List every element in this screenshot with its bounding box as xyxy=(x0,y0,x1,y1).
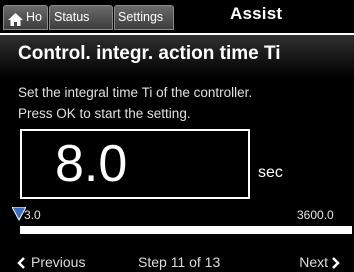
chevron-right-icon xyxy=(332,256,340,269)
step-indicator: Step 11 of 13 xyxy=(138,254,221,270)
tab-status-label: Status xyxy=(54,10,90,24)
assist-tab[interactable]: Assist xyxy=(230,4,282,24)
next-label: Next xyxy=(299,254,328,270)
current-value: 8.0 xyxy=(55,135,128,193)
footer-nav: Previous Step 11 of 13 Next xyxy=(0,250,354,272)
slider-max-label: 3600.0 xyxy=(297,208,334,222)
slider-min-label: 3.0 xyxy=(24,208,41,222)
chevron-left-icon xyxy=(17,256,25,269)
value-unit: sec xyxy=(258,164,283,181)
value-display[interactable]: 8.0 xyxy=(20,129,250,199)
tab-home[interactable]: Ho xyxy=(3,5,48,30)
next-button[interactable]: Next xyxy=(299,254,340,270)
description-line-1: Set the integral time Ti of the controll… xyxy=(18,85,253,100)
previous-label: Previous xyxy=(31,254,86,270)
home-icon xyxy=(8,11,23,26)
top-bar: Ho Status Settings Assist xyxy=(0,0,354,33)
page-header: Control. integr. action time Ti xyxy=(0,35,354,78)
previous-button[interactable]: Previous xyxy=(17,254,85,270)
slider-track[interactable] xyxy=(20,226,352,234)
tab-settings[interactable]: Settings xyxy=(114,5,174,30)
tab-strip: Ho Status Settings xyxy=(3,5,175,30)
tab-status[interactable]: Status xyxy=(49,5,113,30)
page-title: Control. integr. action time Ti xyxy=(18,43,281,64)
tab-settings-label: Settings xyxy=(118,10,164,24)
description-line-2: Press OK to start the setting. xyxy=(18,106,191,121)
tab-home-label: Ho xyxy=(26,10,42,24)
